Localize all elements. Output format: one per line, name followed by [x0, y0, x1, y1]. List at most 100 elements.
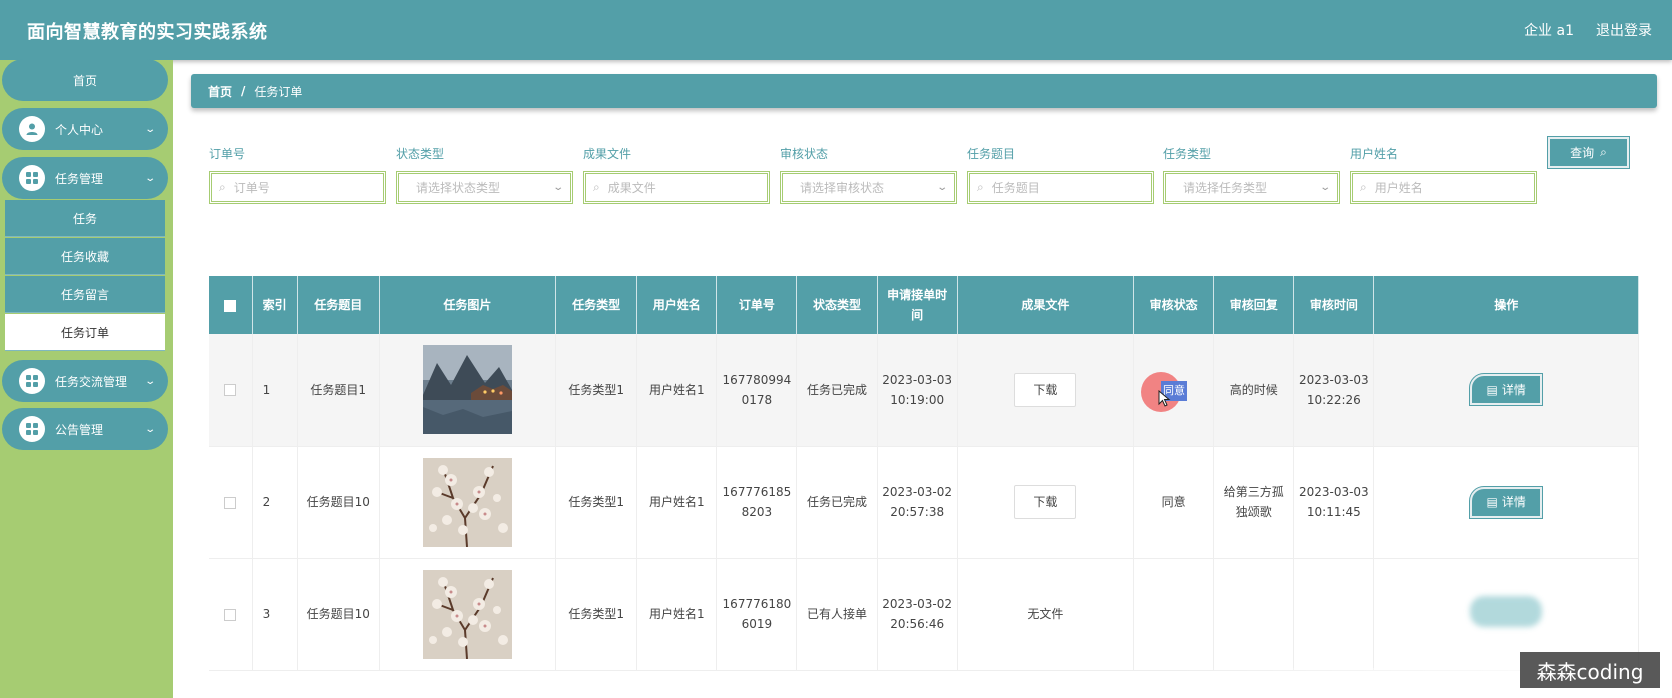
- sidebar-item-profile[interactable]: 个人中心 ⌄: [2, 108, 168, 150]
- reply-cell: 给第三方孤独颂歌: [1213, 446, 1295, 559]
- user-name-input[interactable]: ⌕ 用户姓名: [1350, 171, 1537, 204]
- result-file-input[interactable]: ⌕ 成果文件: [583, 171, 770, 204]
- chevron-down-icon: ⌄: [143, 172, 156, 184]
- query-button[interactable]: 查询 ⌕: [1547, 136, 1630, 169]
- breadcrumb-separator: /: [241, 84, 246, 98]
- order-no-input[interactable]: ⌕ 订单号: [209, 171, 386, 204]
- row-select-cell: [209, 334, 253, 447]
- submenu-item-task[interactable]: 任务: [5, 200, 165, 237]
- image-cell: [379, 558, 557, 671]
- action-cell: ▤ 详情: [1373, 334, 1639, 447]
- sidebar-item-task-exchange[interactable]: 任务交流管理 ⌄: [2, 360, 168, 402]
- column-header: 状态类型: [796, 276, 878, 334]
- file-cell: 无文件: [957, 558, 1135, 671]
- user-icon: [19, 116, 45, 142]
- status-type-select[interactable]: 请选择状态类型 ⌄: [396, 171, 573, 204]
- sidebar-item-label: 个人中心: [55, 122, 104, 137]
- grid-icon: [19, 368, 45, 394]
- user-cell: 用户姓名1: [636, 334, 718, 447]
- select-all-cell: [209, 276, 253, 334]
- table-row: 3 任务题目10 任务类型1 用户姓名1 1677761806019 已有人接单…: [209, 558, 1639, 671]
- sidebar-item-label: 任务交流管理: [55, 374, 128, 389]
- placeholder-text: 任务题目: [991, 181, 1040, 195]
- submenu-item-task-favorites[interactable]: 任务收藏: [5, 238, 165, 275]
- current-user[interactable]: 企业 a1: [1524, 20, 1574, 40]
- detail-button-label: 详情: [1501, 382, 1526, 397]
- search-icon: ⌕: [1360, 180, 1367, 194]
- column-header: 审核状态: [1133, 276, 1215, 334]
- title-cell: 任务题目10: [297, 446, 380, 559]
- grid-icon: [19, 416, 45, 442]
- table-row: 2 任务题目10 任务类型1 用户姓名1 1677761858203 任务已完成…: [209, 446, 1639, 559]
- filter-label-status-type: 状态类型: [396, 147, 445, 161]
- chevron-down-icon: ⌄: [935, 182, 948, 193]
- row-checkbox[interactable]: [224, 608, 237, 621]
- status-cell: 任务已完成: [796, 446, 878, 559]
- filter-label-audit-status: 审核状态: [780, 147, 829, 161]
- detail-button[interactable]: ▤ 详情: [1469, 485, 1544, 519]
- audit-time-cell: 2023-03-03 10:11:45: [1293, 446, 1375, 559]
- order-no-cell: 1677761806019: [716, 558, 798, 671]
- action-cell: ▤ 详情: [1373, 446, 1639, 559]
- query-button-label: 查询: [1570, 146, 1595, 160]
- audit-status-select[interactable]: 请选择审核状态 ⌄: [780, 171, 957, 204]
- breadcrumb-current: 任务订单: [254, 84, 303, 99]
- user-cell: 用户姓名1: [636, 446, 718, 559]
- logout-link[interactable]: 退出登录: [1596, 20, 1652, 40]
- download-button[interactable]: 下载: [1014, 372, 1077, 407]
- status-cell: 已有人接单: [796, 558, 878, 671]
- placeholder-text: 订单号: [233, 181, 270, 195]
- task-image-blossom-branch[interactable]: [422, 457, 512, 547]
- filter-label-task-type: 任务类型: [1163, 147, 1212, 161]
- detail-button[interactable]: ▤ 详情: [1469, 373, 1544, 407]
- apply-time-cell: 2023-03-02 20:57:38: [877, 446, 958, 559]
- placeholder-text: 请选择状态类型: [416, 181, 501, 195]
- sidebar-item-announcements[interactable]: 公告管理 ⌄: [2, 408, 168, 450]
- search-icon: ⌕: [1600, 145, 1607, 159]
- title-cell: 任务题目10: [297, 558, 380, 671]
- column-header: 成果文件: [957, 276, 1135, 334]
- order-no-cell: 1677761858203: [716, 446, 798, 559]
- sidebar-item-task-management[interactable]: 任务管理 ⌄: [2, 157, 168, 199]
- search-icon: ⌕: [593, 180, 600, 194]
- filter-label-user-name: 用户姓名: [1350, 147, 1399, 161]
- download-button[interactable]: 下载: [1014, 485, 1077, 519]
- title-cell: 任务题目1: [297, 334, 380, 447]
- task-image-blossom-branch[interactable]: [422, 569, 512, 659]
- user-cell: 用户姓名1: [636, 558, 718, 671]
- task-title-input[interactable]: ⌕ 任务题目: [967, 171, 1154, 204]
- search-icon: ⌕: [977, 180, 984, 194]
- row-select-cell: [209, 446, 253, 559]
- placeholder-text: 成果文件: [607, 181, 656, 195]
- type-cell: 任务类型1: [555, 334, 638, 447]
- sidebar-item-label: 公告管理: [55, 422, 104, 437]
- filter-label-task-title: 任务题目: [967, 147, 1016, 161]
- table-header-row: 索引 任务题目 任务图片 任务类型 用户姓名 订单号 状态类型 申请接单时间 成…: [209, 276, 1639, 334]
- column-header: 任务类型: [555, 276, 638, 334]
- top-bar: 面向智慧教育的实习实践系统 企业 a1 退出登录: [0, 0, 1672, 60]
- breadcrumb: 首页 / 任务订单: [191, 74, 1657, 108]
- row-checkbox[interactable]: [224, 384, 237, 397]
- type-cell: 任务类型1: [555, 446, 638, 559]
- placeholder-text: 请选择审核状态: [800, 181, 885, 195]
- select-all-checkbox[interactable]: [224, 299, 237, 312]
- audit-time-cell: 2023-03-03 10:22:26: [1293, 334, 1375, 447]
- submenu-item-task-messages[interactable]: 任务留言: [5, 276, 165, 313]
- row-select-cell: [209, 558, 253, 671]
- column-header: 任务图片: [379, 276, 557, 334]
- chevron-down-icon: ⌄: [143, 423, 156, 435]
- column-header: 操作: [1373, 276, 1639, 334]
- submenu-item-task-orders[interactable]: 任务订单: [5, 314, 165, 351]
- column-header: 索引: [252, 276, 298, 334]
- sidebar-item-home[interactable]: 首页: [2, 59, 168, 101]
- type-cell: 任务类型1: [555, 558, 638, 671]
- file-cell: 下载: [957, 334, 1135, 447]
- task-type-select[interactable]: 请选择任务类型 ⌄: [1163, 171, 1340, 204]
- status-cell: 任务已完成: [796, 334, 878, 447]
- column-header: 申请接单时间: [877, 276, 958, 334]
- breadcrumb-home[interactable]: 首页: [208, 83, 232, 100]
- orders-table: 索引 任务题目 任务图片 任务类型 用户姓名 订单号 状态类型 申请接单时间 成…: [209, 276, 1639, 671]
- row-checkbox[interactable]: [224, 496, 237, 509]
- reply-cell: [1213, 558, 1295, 671]
- task-image-lake-village[interactable]: [422, 345, 512, 435]
